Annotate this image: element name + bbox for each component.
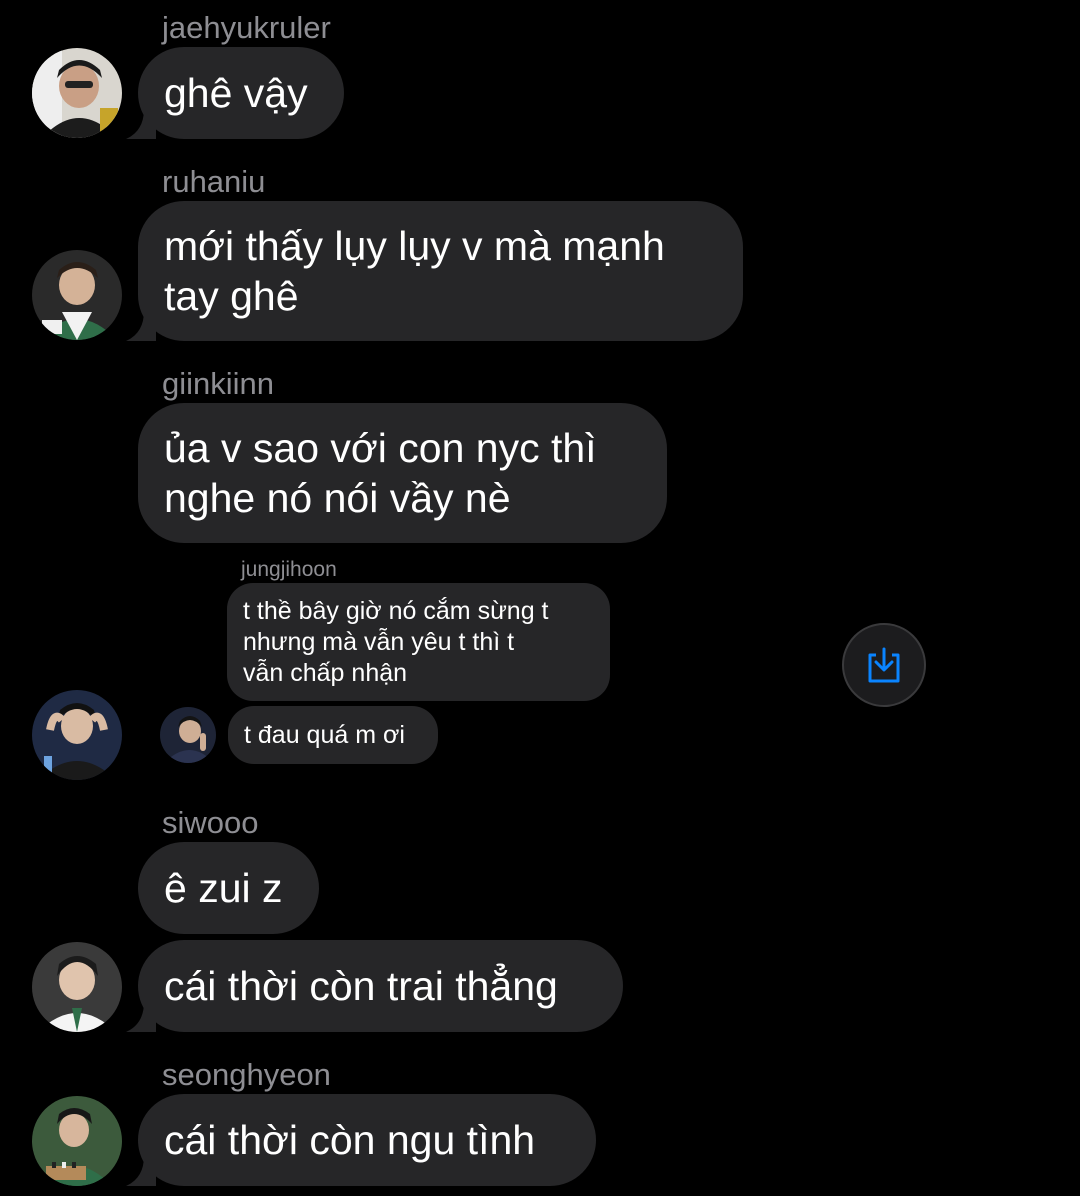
bubble-tail xyxy=(126,1002,156,1032)
profile-photo-icon xyxy=(32,250,122,340)
avatar-jaehyukruler[interactable] xyxy=(32,48,122,138)
profile-photo-icon xyxy=(32,690,122,780)
message-text: cái thời còn trai thẳng xyxy=(164,963,558,1009)
shared-post-bubble[interactable]: t đau quá m ơi xyxy=(228,706,438,764)
profile-photo-icon xyxy=(32,1096,122,1186)
avatar-siwooo[interactable] xyxy=(32,942,122,1032)
message-bubble[interactable]: ghê vậy xyxy=(126,47,344,139)
sender-name-seonghyeon: seonghyeon xyxy=(162,1057,331,1092)
avatar-seonghyeon[interactable] xyxy=(32,1096,122,1186)
sender-name-jaehyukruler: jaehyukruler xyxy=(162,10,331,45)
profile-photo-icon xyxy=(32,48,122,138)
download-share-icon xyxy=(868,647,900,683)
message-bubble[interactable]: mới thấy lụy lụy v mà mạnh tay ghê xyxy=(126,201,743,341)
message-text: ê zui z xyxy=(164,865,283,911)
shared-post-text: t đau quá m ơi xyxy=(244,720,405,749)
shared-post-avatar xyxy=(160,707,216,763)
shared-post-bubble[interactable]: t thề bây giờ nó cắm sừng t nhưng mà vẫn… xyxy=(227,583,610,701)
avatar-giinkiinn[interactable] xyxy=(32,690,122,780)
profile-photo-icon xyxy=(32,942,122,1032)
sender-name-ruhaniu: ruhaniu xyxy=(162,164,266,199)
message-bubble[interactable]: ê zui z xyxy=(138,842,319,934)
message-text: ủa v sao với con nyc thì nghe nó nói vầy… xyxy=(164,425,597,521)
message-text: ghê vậy xyxy=(164,70,308,116)
message-bubble[interactable]: cái thời còn trai thẳng xyxy=(126,940,623,1032)
bubble-tail xyxy=(126,109,156,139)
avatar-ruhaniu[interactable] xyxy=(32,250,122,340)
message-bubble[interactable]: cái thời còn ngu tình xyxy=(126,1094,596,1186)
shared-post-text: t thề bây giờ nó cắm sừng t nhưng mà vẫn… xyxy=(243,596,549,687)
shared-post-sender: jungjihoon xyxy=(241,558,337,581)
message-text: cái thời còn ngu tình xyxy=(164,1117,536,1163)
share-button[interactable] xyxy=(842,623,926,707)
bubble-tail xyxy=(126,1156,156,1186)
profile-photo-icon xyxy=(160,707,216,763)
sender-name-giinkiinn: giinkiinn xyxy=(162,366,275,401)
sender-name-siwooo: siwooo xyxy=(162,805,259,840)
message-bubble[interactable]: ủa v sao với con nyc thì nghe nó nói vầy… xyxy=(138,403,667,543)
message-text: mới thấy lụy lụy v mà mạnh tay ghê xyxy=(164,223,665,319)
bubble-tail xyxy=(126,311,156,341)
